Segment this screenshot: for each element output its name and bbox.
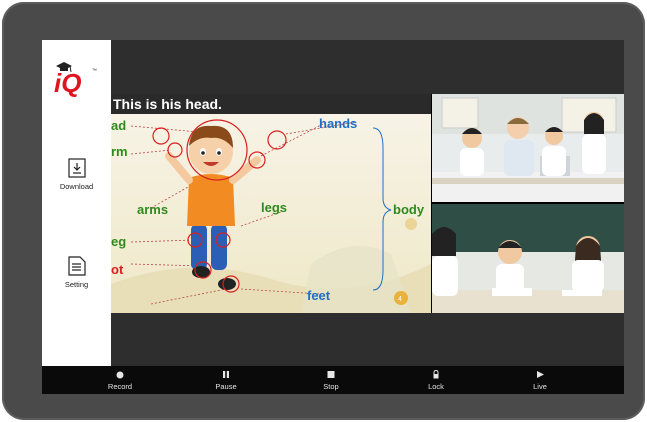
- svg-text:™: ™: [92, 68, 97, 74]
- body-parts-illustration: 4 ad rm arms eg ot hands legs body feet: [111, 114, 431, 313]
- stop-label: Stop: [323, 382, 339, 391]
- download-icon: [67, 158, 86, 178]
- bottom-toolbar: Record Pause Stop Lock Live: [42, 366, 624, 394]
- lock-label: Lock: [428, 382, 444, 391]
- video-feed-teacher[interactable]: [432, 94, 624, 202]
- page-badge: 4: [398, 296, 402, 303]
- record-icon: [116, 371, 124, 379]
- pause-label: Pause: [215, 382, 237, 391]
- download-label: Download: [59, 182, 94, 191]
- sidebar: iQ ™ Download Setting: [42, 40, 111, 366]
- tablet-frame: iQ ™ Download Setting This is his head. …: [2, 2, 645, 420]
- setting-label: Setting: [64, 280, 89, 289]
- label-legs: legs: [261, 200, 287, 215]
- lesson-slide[interactable]: This is his head. 4 ad rm arms eg ot han…: [111, 94, 431, 313]
- pause-button[interactable]: Pause: [196, 369, 256, 391]
- live-button[interactable]: Live: [510, 369, 570, 391]
- iq-logo: iQ ™: [50, 60, 98, 100]
- label-hands: hands: [319, 116, 357, 131]
- screen: iQ ™ Download Setting This is his head. …: [42, 40, 624, 394]
- slide-title: This is his head.: [111, 94, 431, 114]
- setting-button[interactable]: Setting: [42, 256, 111, 289]
- download-button[interactable]: Download: [42, 158, 111, 191]
- lock-icon: [433, 369, 439, 379]
- label-arms: arms: [137, 202, 168, 217]
- live-label: Live: [533, 382, 547, 391]
- record-label: Record: [107, 382, 133, 391]
- label-leg: eg: [111, 234, 126, 249]
- stop-icon: [327, 371, 335, 378]
- label-arm: rm: [111, 144, 128, 159]
- record-button[interactable]: Record: [90, 369, 150, 391]
- video-feed-classroom[interactable]: [432, 204, 624, 313]
- label-body: body: [393, 202, 425, 217]
- label-feet: feet: [307, 288, 331, 303]
- label-head: ad: [111, 118, 126, 133]
- lock-button[interactable]: Lock: [406, 369, 466, 391]
- play-icon: [537, 371, 544, 378]
- logo-text: iQ: [54, 68, 81, 98]
- document-settings-icon: [67, 256, 86, 276]
- pause-icon: [223, 371, 229, 378]
- label-foot: ot: [111, 262, 124, 277]
- lesson-stage: This is his head. 4 ad rm arms eg ot han…: [111, 94, 624, 313]
- stop-button[interactable]: Stop: [301, 369, 361, 391]
